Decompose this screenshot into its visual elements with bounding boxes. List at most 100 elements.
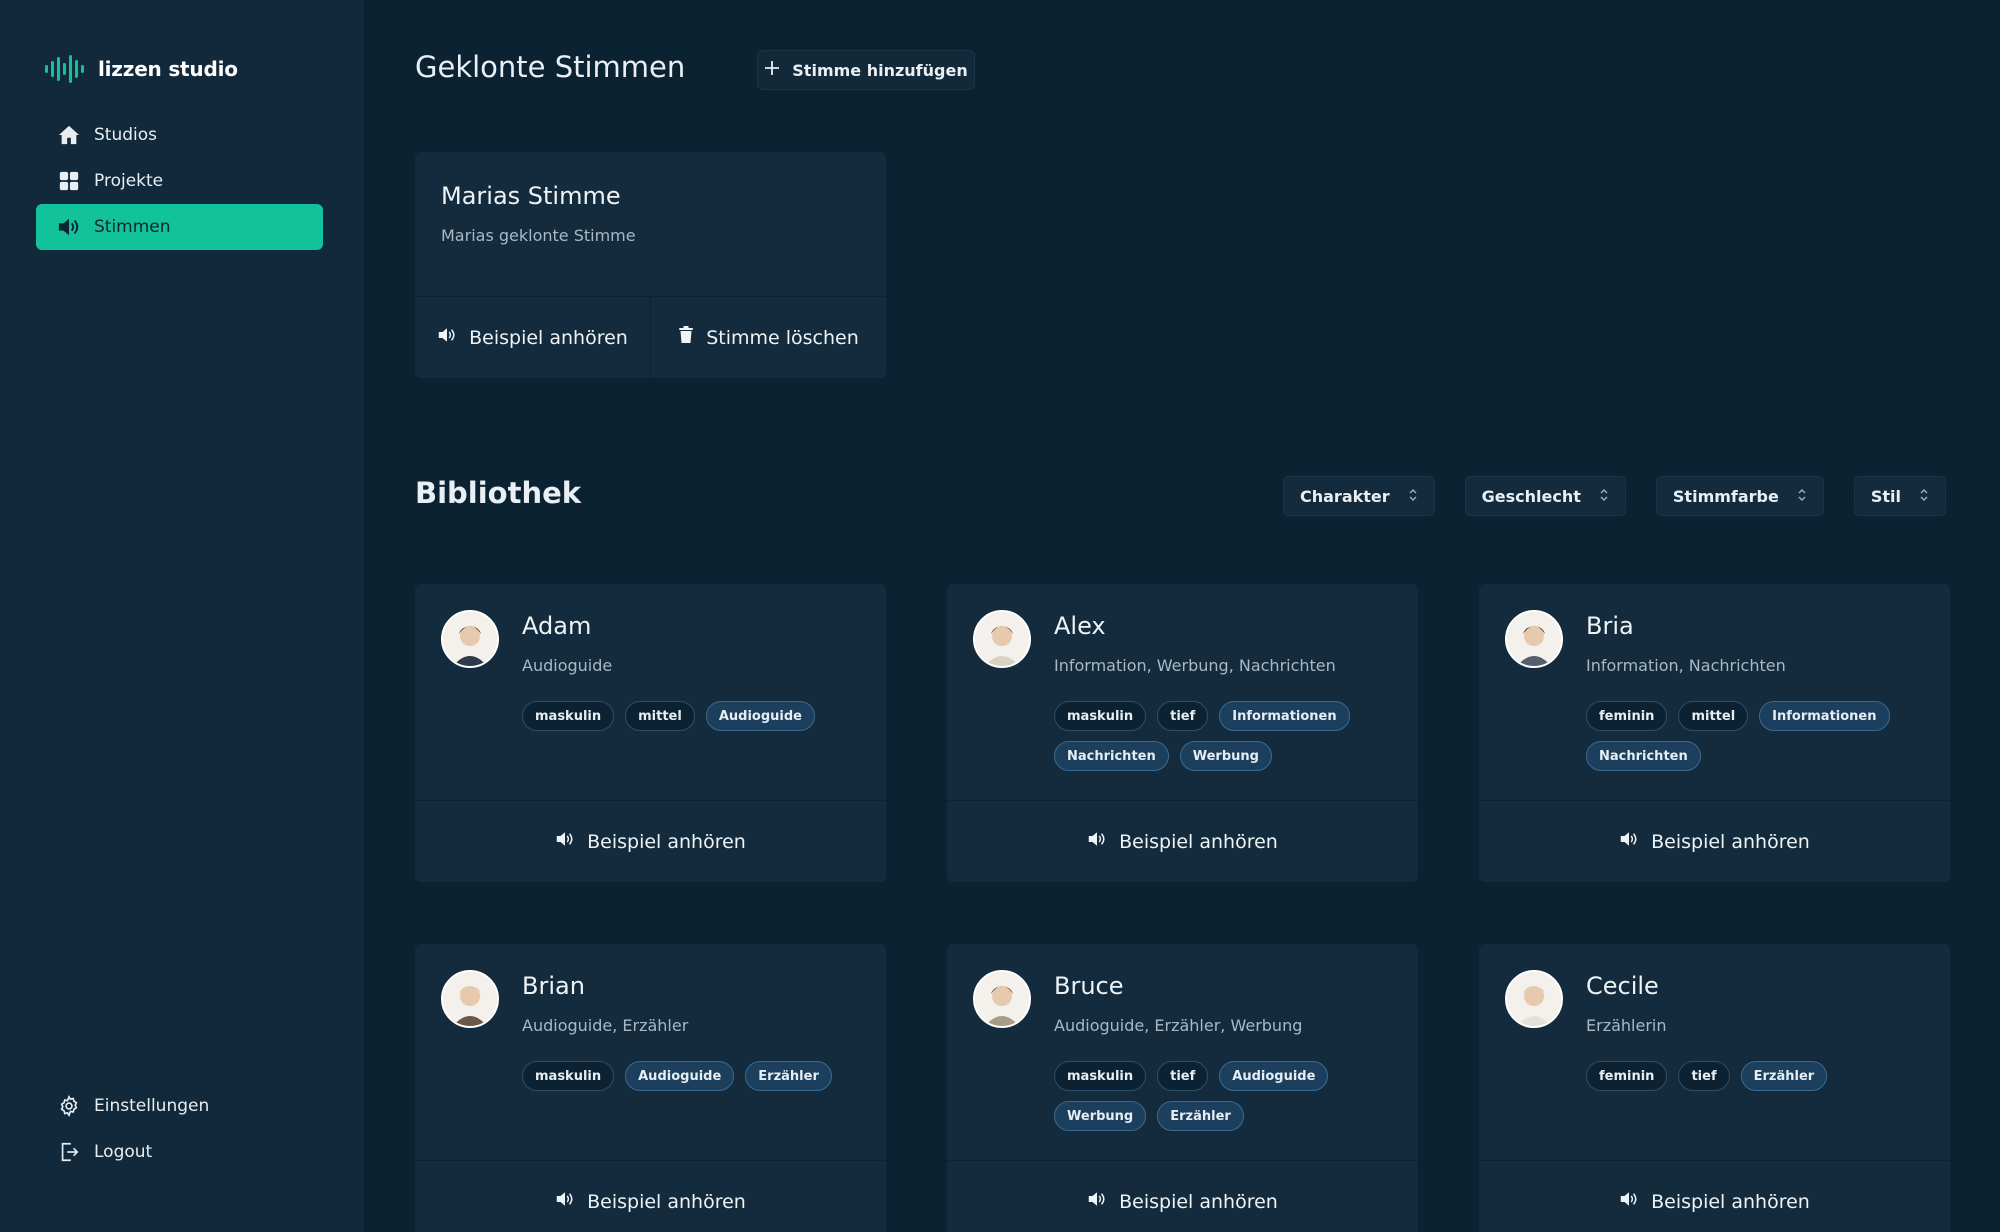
- voice-name: Cecile: [1586, 972, 1659, 1000]
- voice-card: Adam Audioguide maskulin mittel Audioguide Be…: [415, 584, 886, 882]
- voice-name: Bruce: [1054, 972, 1124, 1000]
- delete-voice-label: Stimme löschen: [706, 326, 859, 349]
- voice-tag: maskulin: [522, 1061, 615, 1091]
- speaker-icon: [1619, 830, 1639, 853]
- voice-tag: Werbung: [1054, 1101, 1147, 1131]
- voice-tag: mittel: [1678, 701, 1749, 731]
- voice-tags: maskulin tief Audioguide Werbung Erzähler: [1054, 1061, 1394, 1131]
- play-sample-button[interactable]: Beispiel anhören: [947, 800, 1418, 882]
- voice-name: Bria: [1586, 612, 1634, 640]
- voice-tag: maskulin: [522, 701, 615, 731]
- voice-description: Marias geklonte Stimme: [441, 226, 636, 245]
- speaker-icon: [1619, 1190, 1639, 1213]
- chevron-up-down-icon: [1797, 487, 1807, 506]
- add-voice-button[interactable]: Stimme hinzufügen: [757, 50, 975, 90]
- sidebar: lizzen studio Studios Projekte Stimmen E…: [0, 0, 364, 1232]
- cloned-voice-card: Marias Stimme Marias geklonte Stimme Bei…: [415, 152, 886, 378]
- voice-tag: Erzähler: [1740, 1061, 1828, 1091]
- voice-tag: Informationen: [1759, 701, 1890, 731]
- filter-geschlecht[interactable]: Geschlecht: [1464, 476, 1626, 516]
- card-actions: Beispiel anhören Stimme löschen: [415, 296, 886, 378]
- library-filters: Charakter Geschlecht Stimmfarbe Stil: [1283, 476, 1946, 516]
- filter-charakter[interactable]: Charakter: [1283, 476, 1435, 516]
- voice-tag: Werbung: [1179, 741, 1272, 771]
- play-sample-button[interactable]: Beispiel anhören: [415, 297, 650, 378]
- play-sample-label: Beispiel anhören: [1651, 1190, 1810, 1213]
- cloned-voices-title: Geklonte Stimmen: [415, 50, 686, 84]
- play-sample-label: Beispiel anhören: [1119, 1190, 1278, 1213]
- voice-tag: Audioguide: [705, 701, 815, 731]
- voice-description: Audioguide, Erzähler, Werbung: [1054, 1016, 1303, 1035]
- voice-tag: mittel: [625, 701, 695, 731]
- play-sample-button[interactable]: Beispiel anhören: [1479, 1160, 1950, 1232]
- voice-tag: Audioguide: [625, 1061, 735, 1091]
- chevron-up-down-icon: [1408, 487, 1418, 506]
- voice-tag: Nachrichten: [1586, 741, 1701, 771]
- nav-label: Logout: [94, 1142, 153, 1162]
- voice-tag: maskulin: [1054, 701, 1147, 731]
- speaker-icon: [1087, 830, 1107, 853]
- voice-card: Alex Information, Werbung, Nachrichten mas…: [947, 584, 1418, 882]
- bottom-nav: Einstellungen Logout: [36, 1083, 323, 1175]
- voice-name: Adam: [522, 612, 592, 640]
- nav-label: Stimmen: [94, 217, 171, 237]
- home-icon: [56, 122, 82, 148]
- speaker-icon: [555, 830, 575, 853]
- filter-label: Geschlecht: [1481, 486, 1581, 506]
- logo[interactable]: lizzen studio: [44, 54, 238, 84]
- play-sample-label: Beispiel anhören: [1119, 830, 1278, 853]
- voice-description: Information, Werbung, Nachrichten: [1054, 656, 1336, 675]
- voice-tag: tief: [1157, 701, 1209, 731]
- voice-card: Bria Information, Nachrichten feminin mitte…: [1479, 584, 1950, 882]
- nav-item-studios[interactable]: Studios: [36, 112, 323, 158]
- voice-tags: maskulin mittel Audioguide: [522, 701, 862, 731]
- voice-card: Cecile Erzählerin feminin tief Erzähler Beisp…: [1479, 944, 1950, 1232]
- nav-item-logout[interactable]: Logout: [36, 1129, 323, 1175]
- nav-item-stimmen[interactable]: Stimmen: [36, 204, 323, 250]
- voice-card: Brian Audioguide, Erzähler maskulin Audiogu…: [415, 944, 886, 1232]
- voice-tag: tief: [1678, 1061, 1730, 1091]
- play-sample-button[interactable]: Beispiel anhören: [1479, 800, 1950, 882]
- gear-icon: [56, 1093, 82, 1119]
- add-voice-label: Stimme hinzufügen: [792, 60, 968, 80]
- voice-name: Marias Stimme: [441, 182, 621, 210]
- play-sample-button[interactable]: Beispiel anhören: [415, 1160, 886, 1232]
- voice-tag: Erzähler: [745, 1061, 832, 1091]
- voice-tags: maskulin tief Informationen Nachrichten Werb…: [1054, 701, 1394, 771]
- voice-description: Audioguide: [522, 656, 613, 675]
- logo-text: lizzen studio: [98, 57, 238, 81]
- voice-tag: maskulin: [1054, 1061, 1147, 1091]
- voice-card: Bruce Audioguide, Erzähler, Werbung maskul…: [947, 944, 1418, 1232]
- voice-tags: maskulin Audioguide Erzähler: [522, 1061, 862, 1091]
- filter-stil[interactable]: Stil: [1853, 476, 1946, 516]
- nav-item-einstellungen[interactable]: Einstellungen: [36, 1083, 323, 1129]
- avatar: [441, 610, 499, 668]
- play-sample-label: Beispiel anhören: [587, 830, 746, 853]
- voice-name: Brian: [522, 972, 585, 1000]
- filter-stimmfarbe[interactable]: Stimmfarbe: [1655, 476, 1824, 516]
- voice-description: Information, Nachrichten: [1586, 656, 1786, 675]
- library-title: Bibliothek: [415, 476, 582, 510]
- voice-description: Audioguide, Erzähler: [522, 1016, 689, 1035]
- nav-label: Einstellungen: [94, 1096, 210, 1116]
- voice-tag: tief: [1157, 1061, 1209, 1091]
- voice-tag: Nachrichten: [1054, 741, 1169, 771]
- voice-tag: Informationen: [1219, 701, 1350, 731]
- filter-label: Stimmfarbe: [1672, 486, 1779, 506]
- chevron-up-down-icon: [1599, 487, 1609, 506]
- plus-icon: [764, 60, 780, 80]
- filter-label: Stil: [1870, 486, 1901, 506]
- main-content: Geklonte Stimmen Stimme hinzufügen Maria…: [364, 0, 2000, 1232]
- delete-voice-button[interactable]: Stimme löschen: [650, 297, 886, 378]
- logout-icon: [56, 1139, 82, 1165]
- nav-item-projekte[interactable]: Projekte: [36, 158, 323, 204]
- play-sample-button[interactable]: Beispiel anhören: [947, 1160, 1418, 1232]
- voice-description: Erzählerin: [1586, 1016, 1667, 1035]
- play-sample-label: Beispiel anhören: [469, 326, 628, 349]
- filter-label: Charakter: [1300, 486, 1390, 506]
- avatar: [1505, 970, 1563, 1028]
- play-sample-button[interactable]: Beispiel anhören: [415, 800, 886, 882]
- voice-tag: feminin: [1586, 1061, 1668, 1091]
- speaker-icon: [437, 326, 457, 349]
- play-sample-label: Beispiel anhören: [1651, 830, 1810, 853]
